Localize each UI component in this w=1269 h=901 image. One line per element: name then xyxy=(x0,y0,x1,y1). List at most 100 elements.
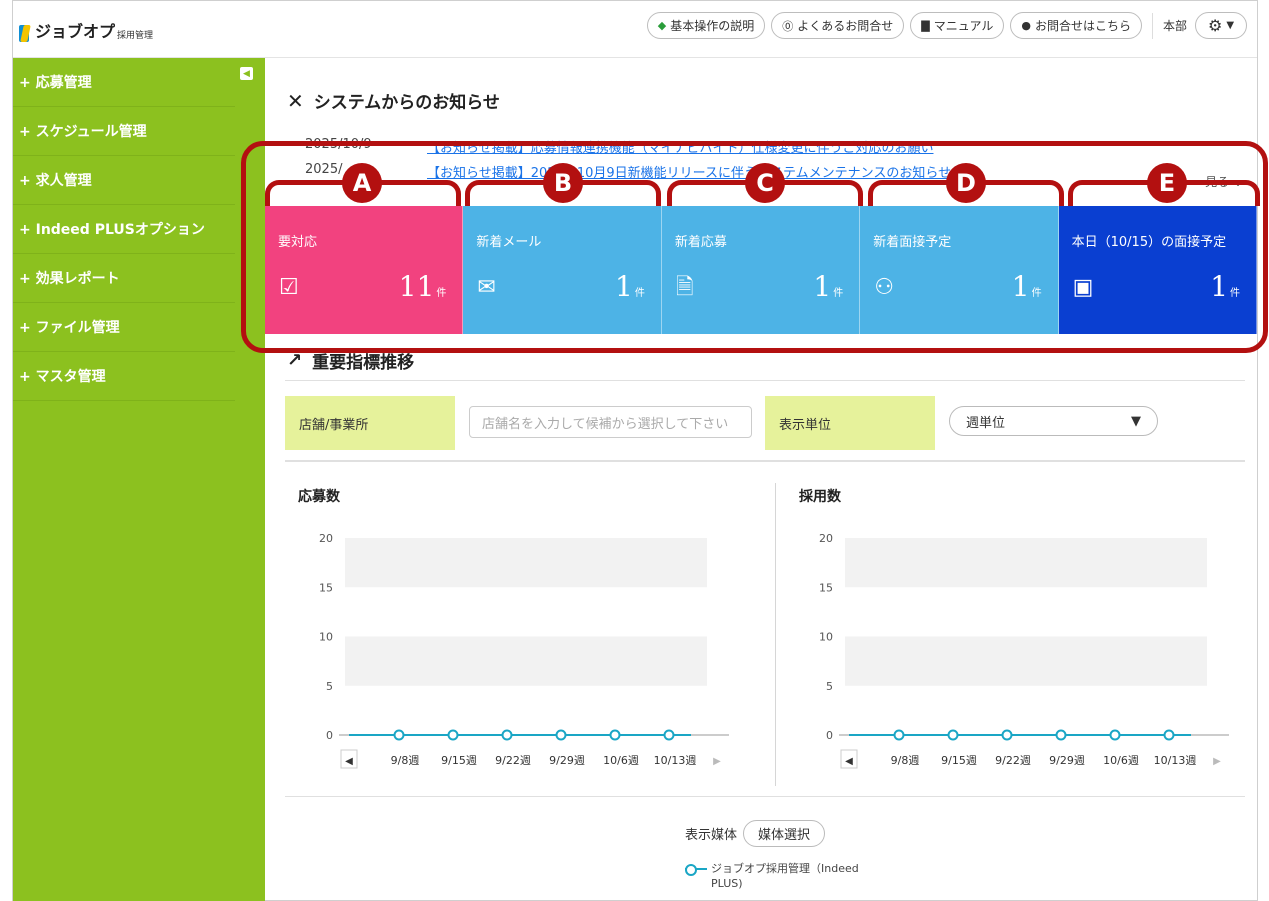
y-tick-label: 10 xyxy=(319,631,333,644)
divider xyxy=(285,380,1245,381)
data-point[interactable] xyxy=(663,729,675,741)
y-tick-label: 15 xyxy=(819,581,833,594)
data-point[interactable] xyxy=(1163,729,1175,741)
x-tick-label: 10/6週 xyxy=(603,754,639,767)
next-arrow-icon[interactable]: ▶ xyxy=(713,756,721,767)
card-value: 1件 xyxy=(1210,270,1241,303)
card-title: 新着面接予定 xyxy=(873,235,952,250)
card-today-interviews[interactable]: 本日（10/15）の面接予定 ▣ 1件 xyxy=(1058,206,1258,334)
data-point[interactable] xyxy=(1001,729,1013,741)
logo-text: ジョブオプ xyxy=(35,22,116,41)
data-point[interactable] xyxy=(1109,729,1121,741)
data-point[interactable] xyxy=(609,729,621,741)
data-point[interactable] xyxy=(393,729,405,741)
logo-subtext: 採用管理 xyxy=(117,31,154,41)
data-point[interactable] xyxy=(555,729,567,741)
settings-button[interactable]: ⚙ ▼ xyxy=(1195,12,1247,39)
store-filter-label: 店舗/事業所 xyxy=(285,396,455,450)
card-new-interviews[interactable]: 新着面接予定 ⚇ 1件 xyxy=(860,206,1059,334)
mail-icon: ✉ xyxy=(477,275,496,300)
sidebar-item-master[interactable]: + マスタ管理 xyxy=(13,352,235,401)
chart-band xyxy=(345,538,707,588)
beginner-mark-icon: ◆ xyxy=(657,19,667,32)
summary-cards: 要対応 ☑ 11 件 新着メール ✉ 1件 新着応募 🗎 1件 新着面接予定 ⚇ … xyxy=(265,206,1258,334)
unit-filter-label: 表示単位 xyxy=(765,396,935,450)
x-tick-label: 9/29週 xyxy=(549,754,585,767)
store-search-input[interactable]: 店舗名を入力して候補から選択して下さい xyxy=(469,406,752,438)
annotation-badge: B xyxy=(543,163,583,203)
x-tick-label: 9/8週 xyxy=(891,754,920,767)
chevron-down-icon: ▼ xyxy=(1226,20,1235,31)
chevron-down-icon: ▼ xyxy=(1131,413,1141,429)
notices-header: ✕ システムからのお知らせ xyxy=(287,88,500,114)
basic-guide-button[interactable]: ◆ 基本操作の説明 xyxy=(646,12,766,39)
chart-title-hires: 採用数 xyxy=(799,489,841,505)
sidebar-menu: + 応募管理 + スケジュール管理 + 求人管理 + Indeed PLUSオプ… xyxy=(13,58,235,401)
divider xyxy=(285,796,1245,797)
chart-title-applications: 応募数 xyxy=(298,489,340,505)
gear-icon: ⚙ xyxy=(1207,16,1223,35)
logo[interactable]: ジョブオプ 採用管理 xyxy=(19,18,153,42)
notice-link[interactable]: 【お知らせ掲載】応募情報連携機能（マイナビバイト）仕様変更に伴うご対応のお願い xyxy=(427,137,933,156)
sidebar-item-indeed-plus[interactable]: + Indeed PLUSオプション xyxy=(13,205,235,254)
media-label: 表示媒体 xyxy=(685,828,738,843)
media-legend: 表示媒体 媒体選択 ジョブオプ採用管理（Indeed PLUS) xyxy=(685,820,945,891)
x-tick-label: 9/8週 xyxy=(391,754,420,767)
divider xyxy=(285,460,1245,462)
next-arrow-icon[interactable]: ▶ xyxy=(1213,756,1221,767)
contact-button[interactable]: ● お問合せはこちら xyxy=(1010,12,1142,39)
data-point[interactable] xyxy=(1055,729,1067,741)
trend-icon: ↗ xyxy=(287,350,303,371)
kpi-filters: 店舗/事業所 店舗名を入力して候補から選択して下さい 表示単位 週単位 ▼ xyxy=(285,396,1245,450)
book-icon: ▇ xyxy=(921,19,930,32)
collapse-sidebar-icon[interactable]: ◀ xyxy=(240,67,253,80)
sidebar: + 応募管理 + スケジュール管理 + 求人管理 + Indeed PLUSオプ… xyxy=(13,58,265,901)
notice-item: 2025/10/9 【お知らせ掲載】応募情報連携機能（マイナビバイト）仕様変更に… xyxy=(305,137,933,156)
chat-icon: ● xyxy=(1021,19,1031,32)
kpi-header: ↗ 重要指標推移 xyxy=(287,348,414,373)
annotation-badge: C xyxy=(745,163,785,203)
x-tick-label: 9/15週 xyxy=(941,754,977,767)
tools-icon: ✕ xyxy=(287,88,304,113)
legend-item[interactable]: ジョブオプ採用管理（Indeed PLUS) xyxy=(685,861,945,891)
y-tick-label: 5 xyxy=(326,680,333,693)
x-tick-label: 10/13週 xyxy=(1154,754,1197,767)
x-tick-label: 9/29週 xyxy=(1049,754,1085,767)
card-new-mail[interactable]: 新着メール ✉ 1件 xyxy=(463,206,662,334)
legend-marker-icon xyxy=(685,863,707,876)
card-value: 1件 xyxy=(813,270,844,303)
sidebar-item-schedule[interactable]: + スケジュール管理 xyxy=(13,107,235,156)
header-divider xyxy=(1151,12,1153,39)
data-point[interactable] xyxy=(501,729,513,741)
sidebar-item-reports[interactable]: + 効果レポート xyxy=(13,254,235,303)
notice-date: 2025/10/9 xyxy=(305,137,372,152)
top-header: ジョブオプ 採用管理 ◆ 基本操作の説明 ⓪ よくあるお問合せ ▇ マニュアル … xyxy=(13,1,1257,58)
sidebar-item-files[interactable]: + ファイル管理 xyxy=(13,303,235,352)
basic-guide-label: 基本操作の説明 xyxy=(670,19,755,33)
faq-label: よくあるお問合せ xyxy=(797,19,894,33)
legend-label: ジョブオプ採用管理（Indeed PLUS) xyxy=(711,862,859,890)
question-icon: ⓪ xyxy=(782,19,794,33)
notice-link[interactable]: 【お知らせ掲載】2025年10月9日新機能リリースに伴うシステムメンテナンスのお… xyxy=(427,162,951,181)
card-title: 新着応募 xyxy=(674,235,727,250)
media-select-button[interactable]: 媒体選択 xyxy=(743,820,826,847)
data-point[interactable] xyxy=(947,729,959,741)
data-point[interactable] xyxy=(893,729,905,741)
annotation-badge: A xyxy=(342,163,382,203)
chart-band xyxy=(345,636,707,686)
unit-select-value: 週単位 xyxy=(966,415,1006,431)
card-new-applications[interactable]: 新着応募 🗎 1件 xyxy=(661,206,861,334)
data-point[interactable] xyxy=(447,729,459,741)
unit-select[interactable]: 週単位 ▼ xyxy=(949,406,1158,436)
card-action-required[interactable]: 要対応 ☑ 11 件 xyxy=(265,206,464,334)
faq-button[interactable]: ⓪ よくあるお問合せ xyxy=(771,12,905,39)
sidebar-item-jobs[interactable]: + 求人管理 xyxy=(13,156,235,205)
y-tick-label: 0 xyxy=(326,729,333,742)
sidebar-item-applications[interactable]: + 応募管理 xyxy=(13,58,235,107)
manual-button[interactable]: ▇ マニュアル xyxy=(910,12,1005,39)
contact-label: お問合せはこちら xyxy=(1034,19,1131,33)
card-value: 1件 xyxy=(614,270,645,303)
manual-label: マニュアル xyxy=(933,19,994,33)
chart-divider xyxy=(775,483,776,786)
x-tick-label: 10/6週 xyxy=(1103,754,1139,767)
